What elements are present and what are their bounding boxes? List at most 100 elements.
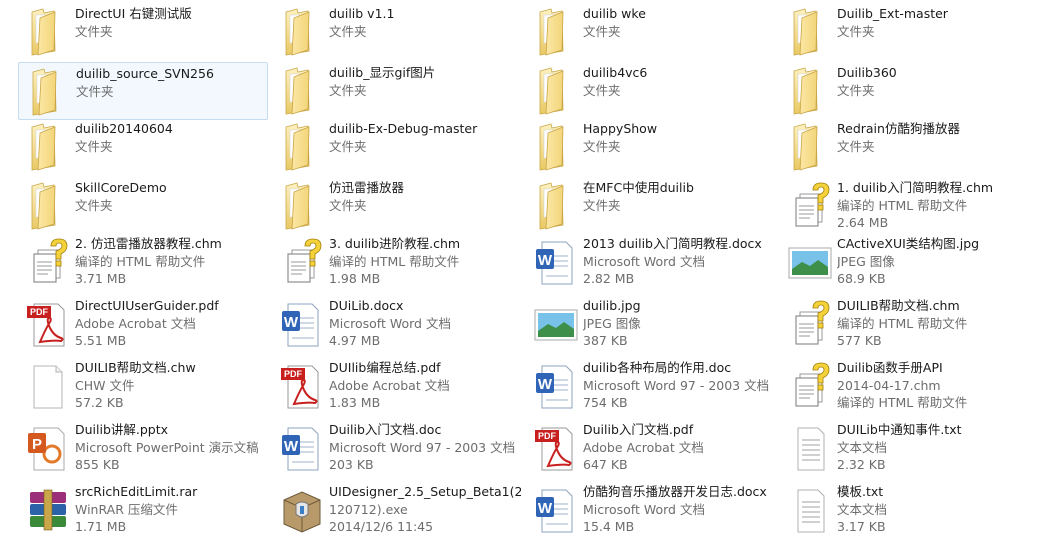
file-item[interactable]: duilib v1.1 文件夹 (272, 3, 522, 61)
file-item-text: DirectUI 右键测试版 文件夹 (75, 5, 267, 40)
file-item[interactable]: duilib wke 文件夹 (526, 3, 776, 61)
file-item[interactable]: DUILIB帮助文档.chm 编译的 HTML 帮助文件 577 KB (780, 295, 1030, 353)
folder-icon (278, 121, 326, 173)
file-item-text: 仿迅雷播放器 文件夹 (329, 179, 521, 214)
file-item-text: Duilib入门文档.pdf Adobe Acrobat 文档 647 KB (583, 421, 775, 474)
file-item[interactable]: Duilib360 文件夹 (780, 62, 1030, 120)
file-item[interactable]: W DUiLib.docx Microsoft Word 文档 4.97 MB (272, 295, 522, 353)
file-name: Duilib讲解.pptx (75, 422, 169, 437)
blank-file-icon (24, 360, 72, 412)
file-item[interactable]: 1. duilib入门简明教程.chm 编译的 HTML 帮助文件 2.64 MB (780, 177, 1030, 235)
svg-text:PDF: PDF (30, 307, 49, 317)
svg-text:PDF: PDF (284, 369, 303, 379)
folder-icon (786, 6, 834, 58)
folder-icon (532, 65, 580, 117)
folder-icon (786, 65, 834, 117)
file-detail-primary: 文件夹 (75, 138, 113, 154)
file-item[interactable]: PDF Duilib入门文档.pdf Adobe Acrobat 文档 647 KB (526, 419, 776, 477)
file-item[interactable]: W Duilib入门文档.doc Microsoft Word 97 - 2003… (272, 419, 522, 477)
file-detail-primary: 文件夹 (583, 82, 621, 98)
file-item-text: duilib-Ex-Debug-master 文件夹 (329, 120, 521, 155)
file-item[interactable]: UIDesigner_2.5_Setup_Beta1(20 120712).exe… (272, 481, 522, 539)
chm-help-icon (786, 298, 834, 350)
file-name: duilib wke (583, 6, 646, 21)
folder-icon (25, 66, 73, 118)
file-item[interactable]: DirectUI 右键测试版 文件夹 (18, 3, 268, 61)
file-name: duilib4vc6 (583, 65, 648, 80)
jpeg-image-icon (786, 236, 834, 288)
file-item[interactable]: srcRichEditLimit.rar WinRAR 压缩文件 1.71 MB (18, 481, 268, 539)
file-name: 1. duilib入门简明教程.chm (837, 180, 994, 195)
file-item[interactable]: duilib_source_SVN256 文件夹 (18, 62, 268, 120)
svg-text:W: W (538, 376, 553, 393)
chm-help-icon (786, 360, 834, 412)
file-item[interactable]: DUILib中通知事件.txt 文本文档 2.32 KB (780, 419, 1030, 477)
file-item-text: Duilib_Ext-master 文件夹 (837, 5, 1029, 40)
file-item-text: 1. duilib入门简明教程.chm 编译的 HTML 帮助文件 2.64 MB (837, 179, 1029, 232)
file-name: duilib各种布局的作用.doc (583, 360, 732, 375)
file-item-text: duilib.jpg JPEG 图像 387 KB (583, 297, 775, 350)
file-detail-primary: WinRAR 压缩文件 (75, 501, 178, 517)
file-item[interactable]: HappyShow 文件夹 (526, 118, 776, 176)
file-item[interactable]: CActiveXUI类结构图.jpg JPEG 图像 68.9 KB (780, 233, 1030, 291)
file-detail-secondary: 2014/12/6 11:45 (329, 519, 434, 534)
file-name: Duilib入门文档.pdf (583, 422, 694, 437)
file-detail-primary: CHW 文件 (75, 377, 135, 393)
file-item-text: DUILIB帮助文档.chw CHW 文件 57.2 KB (75, 359, 267, 412)
file-item[interactable]: 2. 仿迅雷播放器教程.chm 编译的 HTML 帮助文件 3.71 MB (18, 233, 268, 291)
file-detail-primary: 文件夹 (837, 23, 875, 39)
file-item[interactable]: W 仿酷狗音乐播放器开发日志.docx Microsoft Word 文档 15.4… (526, 481, 776, 539)
file-item[interactable]: duilib-Ex-Debug-master 文件夹 (272, 118, 522, 176)
file-detail-primary: 文件夹 (329, 197, 367, 213)
file-item[interactable]: SkillCoreDemo 文件夹 (18, 177, 268, 235)
file-detail-primary: 文本文档 (837, 501, 888, 517)
file-item-text: Redrain仿酷狗播放器 文件夹 (837, 120, 1029, 155)
file-item[interactable]: W duilib各种布局的作用.doc Microsoft Word 97 - 2… (526, 357, 776, 415)
svg-text:P: P (32, 436, 42, 453)
winrar-archive-icon (24, 484, 72, 536)
file-item[interactable]: duilib.jpg JPEG 图像 387 KB (526, 295, 776, 353)
file-detail-secondary: 2.64 MB (837, 215, 889, 230)
file-item[interactable]: Duilib函数手册API 2014-04-17.chm 编译的 HTML 帮助文件 (780, 357, 1030, 415)
file-item[interactable]: duilib_显示gif图片 文件夹 (272, 62, 522, 120)
file-name: DUIlib编程总结.pdf (329, 360, 441, 375)
file-detail-primary: 文件夹 (583, 197, 621, 213)
file-item-text: DUIlib编程总结.pdf Adobe Acrobat 文档 1.83 MB (329, 359, 521, 412)
file-item[interactable]: W 2013 duilib入门简明教程.docx Microsoft Word 文… (526, 233, 776, 291)
file-detail-secondary: 5.51 MB (75, 333, 127, 348)
svg-text:W: W (284, 314, 299, 331)
folder-icon (24, 6, 72, 58)
file-item[interactable]: DUILIB帮助文档.chw CHW 文件 57.2 KB (18, 357, 268, 415)
file-item[interactable]: PDF DUIlib编程总结.pdf Adobe Acrobat 文档 1.83 M… (272, 357, 522, 415)
file-item[interactable]: P Duilib讲解.pptx Microsoft PowerPoint 演示文稿… (18, 419, 268, 477)
word-document-icon: W (278, 298, 326, 350)
word-document-icon: W (532, 236, 580, 288)
file-item[interactable]: duilib4vc6 文件夹 (526, 62, 776, 120)
file-item[interactable]: duilib20140604 文件夹 (18, 118, 268, 176)
file-name: duilib20140604 (75, 121, 173, 136)
file-detail-primary: 文件夹 (583, 23, 621, 39)
file-item-text: DirectUIUserGuider.pdf Adobe Acrobat 文档 5.… (75, 297, 267, 350)
file-detail-primary: 编译的 HTML 帮助文件 (837, 315, 968, 331)
file-item[interactable]: Redrain仿酷狗播放器 文件夹 (780, 118, 1030, 176)
file-name: DUILib中通知事件.txt (837, 422, 962, 437)
file-item[interactable]: Duilib_Ext-master 文件夹 (780, 3, 1030, 61)
file-detail-primary: 编译的 HTML 帮助文件 (75, 253, 206, 269)
file-item[interactable]: 模板.txt 文本文档 3.17 KB (780, 481, 1030, 539)
file-detail-secondary: 2.82 MB (583, 271, 635, 286)
file-detail-primary: Microsoft Word 文档 (329, 315, 451, 331)
file-item[interactable]: PDF DirectUIUserGuider.pdf Adobe Acrobat … (18, 295, 268, 353)
file-name: UIDesigner_2.5_Setup_Beta1(20 (329, 484, 521, 499)
file-detail-secondary: 15.4 MB (583, 519, 635, 534)
file-item-text: duilib v1.1 文件夹 (329, 5, 521, 40)
folder-icon (278, 180, 326, 232)
file-item-text: duilib_source_SVN256 文件夹 (76, 65, 268, 100)
file-item[interactable]: 3. duilib进阶教程.chm 编译的 HTML 帮助文件 1.98 MB (272, 233, 522, 291)
file-item[interactable]: 在MFC中使用duilib 文件夹 (526, 177, 776, 235)
file-detail-primary: Microsoft Word 97 - 2003 文档 (583, 377, 770, 393)
file-item-text: duilib4vc6 文件夹 (583, 64, 775, 99)
file-detail-secondary: 387 KB (583, 333, 628, 348)
pdf-document-icon: PDF (24, 298, 72, 350)
file-detail-primary: 文件夹 (75, 197, 113, 213)
file-item[interactable]: 仿迅雷播放器 文件夹 (272, 177, 522, 235)
